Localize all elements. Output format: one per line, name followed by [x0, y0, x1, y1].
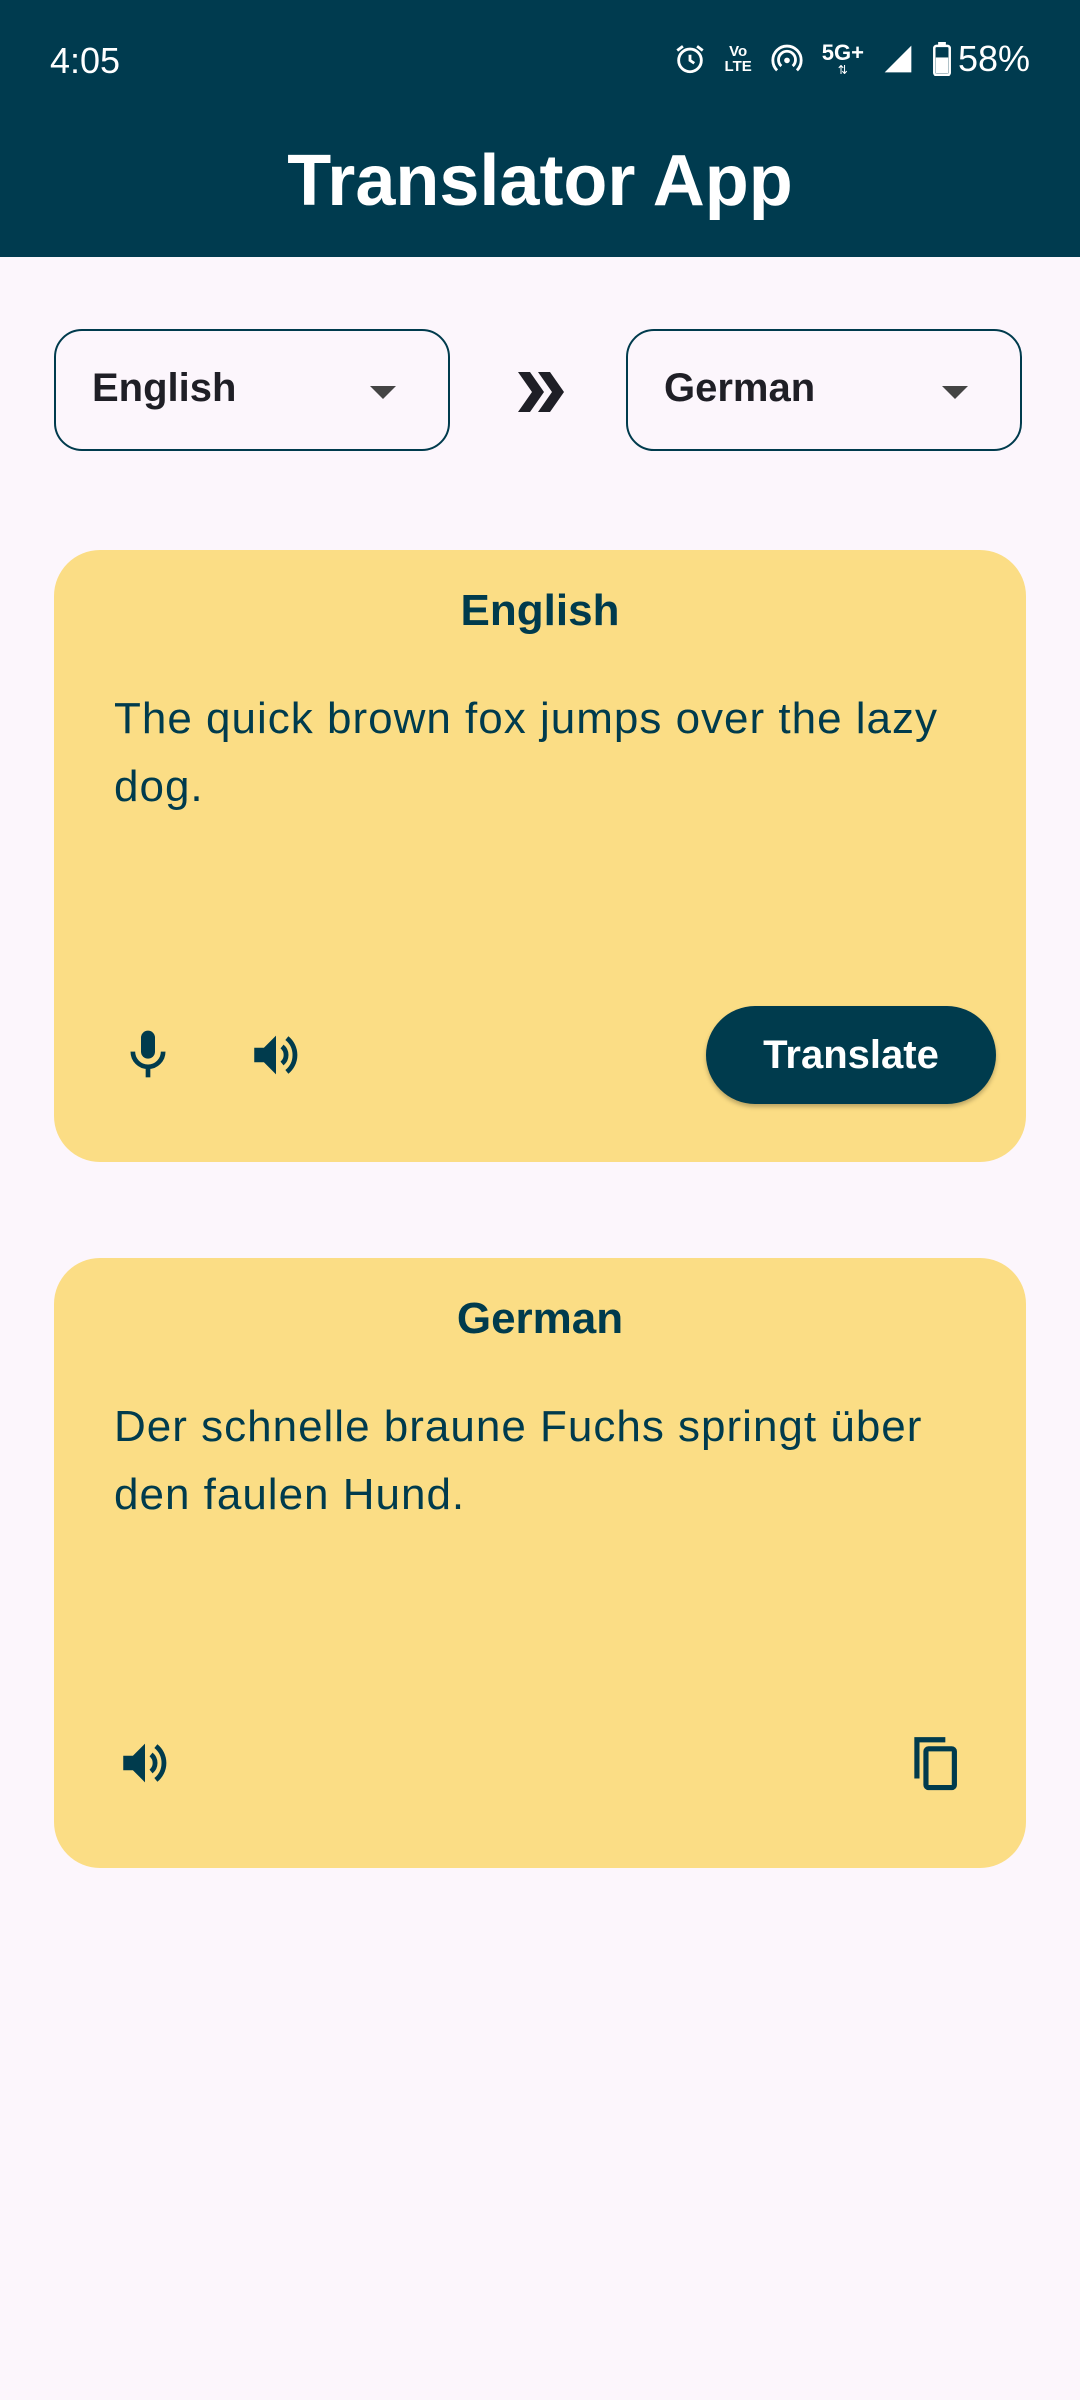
alarm-icon: [675, 45, 704, 74]
page-title: Translator App: [287, 141, 793, 221]
chevron-down-icon: [942, 386, 968, 399]
network-5g-icon: 5G+ ⇅: [821, 40, 864, 77]
source-language-label: English: [92, 366, 237, 410]
app-bar: 4:05 Vo LTE 5G+ ⇅ 58% Translator App: [0, 0, 1080, 257]
speaker-icon[interactable]: [247, 1026, 305, 1084]
target-card: German Der schnelle braune Fuchs springt…: [54, 1258, 1026, 1868]
hotspot-icon: [771, 44, 803, 72]
microphone-icon[interactable]: [120, 1026, 176, 1082]
volte-top-label: Vo: [729, 43, 748, 60]
volte-icon: Vo LTE: [725, 44, 752, 74]
source-card-title: English: [460, 586, 620, 635]
target-card-title: German: [456, 1294, 624, 1343]
target-language-label: German: [664, 366, 816, 410]
status-time: 4:05: [50, 40, 121, 81]
battery-percent: 58%: [957, 38, 1030, 79]
double-arrow-right-icon[interactable]: [516, 370, 564, 414]
battery-icon: [932, 42, 951, 76]
copy-icon[interactable]: [904, 1732, 966, 1794]
network-label: 5G+: [821, 40, 864, 65]
source-language-dropdown[interactable]: English: [54, 329, 450, 451]
target-language-dropdown[interactable]: German: [626, 329, 1022, 451]
signal-icon: [884, 45, 912, 73]
volte-bottom-label: LTE: [724, 58, 752, 75]
speaker-icon[interactable]: [116, 1734, 174, 1792]
chevron-down-icon: [370, 386, 396, 399]
translated-text: Der schnelle braune Fuchs springt über d…: [114, 1402, 923, 1519]
battery-indicator: 58%: [932, 38, 1030, 80]
source-card: English The quick brown fox jumps over t…: [54, 550, 1026, 1162]
source-text-input[interactable]: The quick brown fox jumps over the lazy …: [114, 685, 964, 821]
translate-button[interactable]: Translate: [706, 1006, 996, 1104]
status-icons: Vo LTE 5G+ ⇅ 58%: [673, 38, 1030, 80]
